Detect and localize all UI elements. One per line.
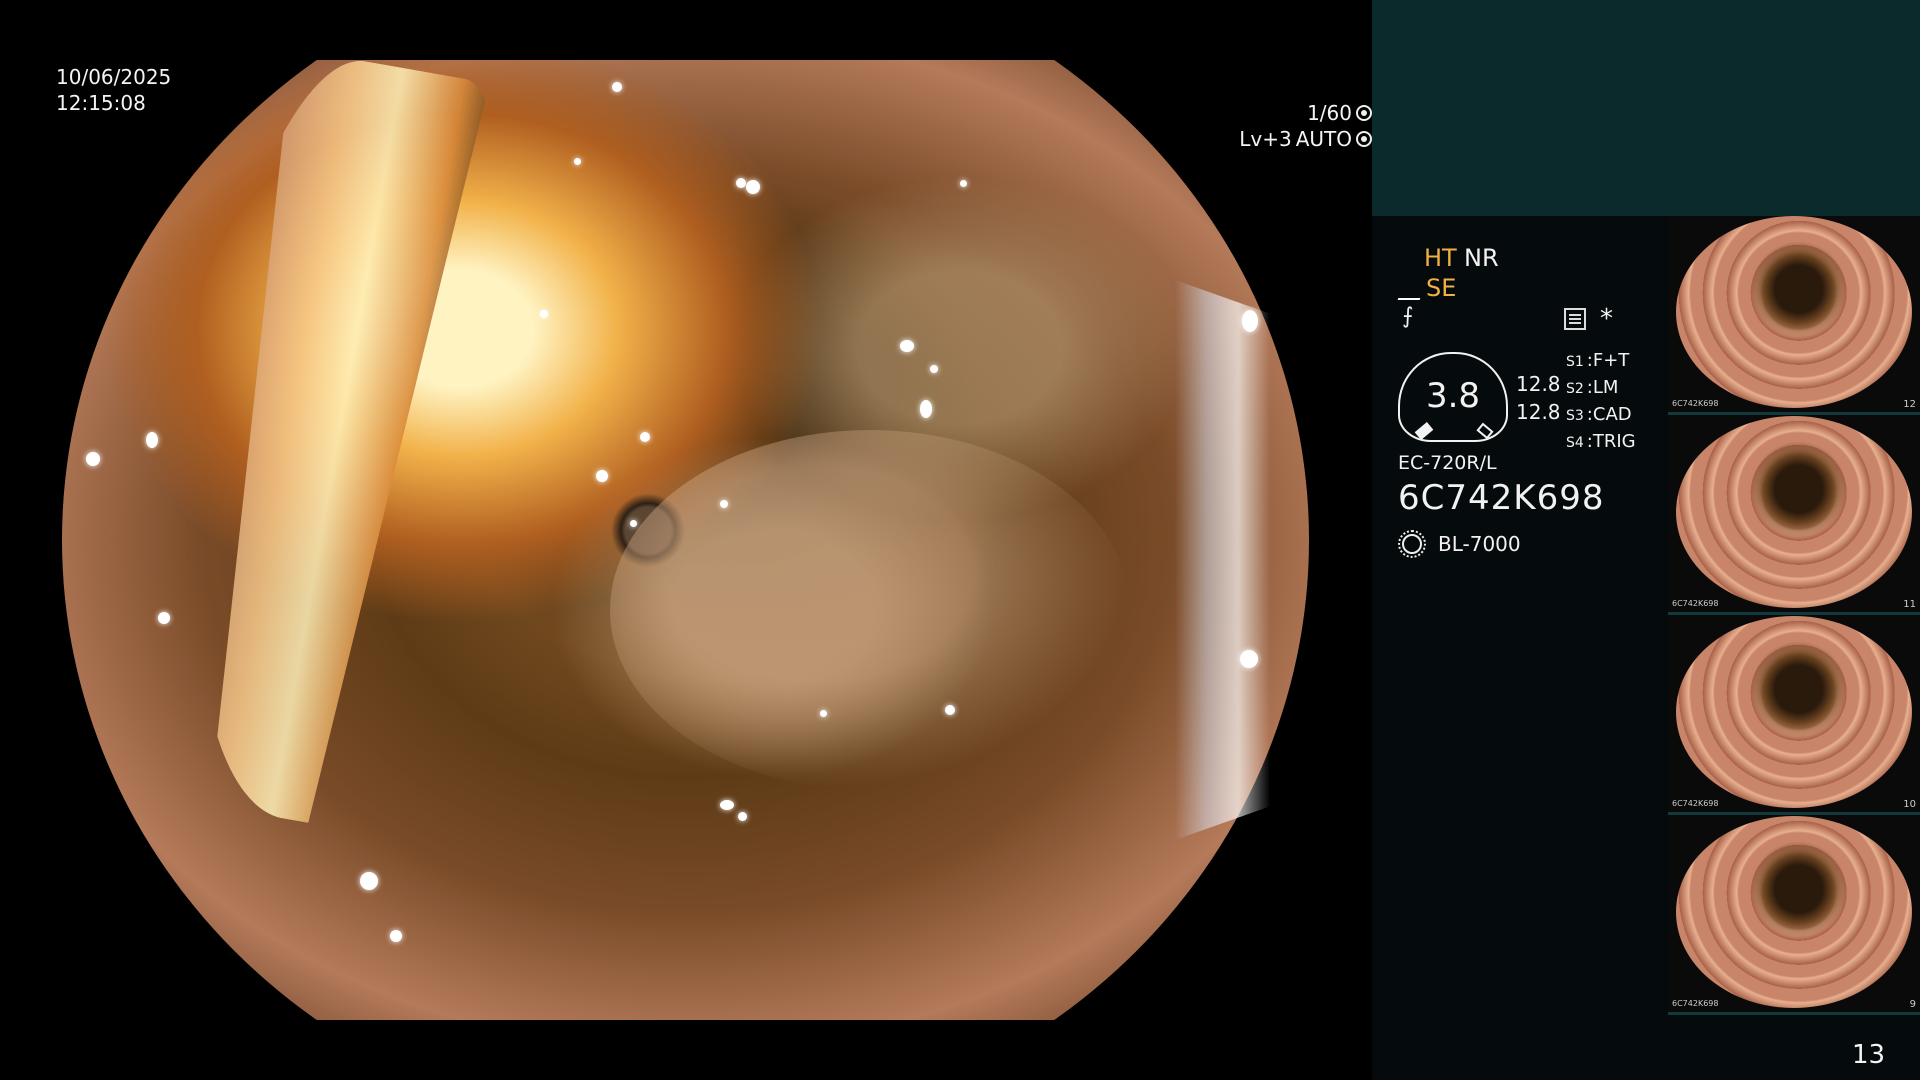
ht-indicator: HT bbox=[1424, 244, 1457, 272]
level-text: Lv+3 bbox=[1239, 127, 1292, 151]
reflection-dot bbox=[820, 710, 827, 717]
reflection-dot bbox=[630, 520, 637, 527]
reflection-dot bbox=[930, 365, 938, 373]
switch-key: S4 bbox=[1566, 435, 1584, 451]
thumbnail-image bbox=[1676, 416, 1912, 608]
reflection-dot bbox=[720, 800, 734, 810]
switch-key: S3 bbox=[1566, 408, 1584, 424]
switch-item: S3:CAD bbox=[1566, 404, 1632, 425]
reflection-dot bbox=[360, 872, 378, 890]
switch-value: CAD bbox=[1592, 404, 1632, 425]
reflection-dot bbox=[158, 612, 170, 624]
se-indicator: SE bbox=[1426, 274, 1457, 302]
function-icon: ⨍ bbox=[1402, 304, 1414, 329]
thumbnail-image bbox=[1676, 616, 1912, 808]
gauge-value: 3.8 bbox=[1425, 376, 1481, 416]
switch-value: LM bbox=[1592, 377, 1619, 398]
exposure-overlay: 1/60 Lv+3 AUTO bbox=[54, 100, 1372, 152]
reflection-dot bbox=[738, 812, 747, 821]
readout-lower: 12.8 bbox=[1516, 400, 1561, 424]
reflection-dot bbox=[920, 400, 932, 418]
gauge-marker-icon bbox=[1414, 422, 1434, 440]
thumbnail-image bbox=[1676, 816, 1912, 1008]
thumbnail-number: 12 bbox=[1903, 399, 1916, 410]
reflection-dot bbox=[574, 158, 581, 165]
thumbnail-serial: 6C742K698 bbox=[1672, 599, 1719, 608]
thumbnail-serial: 6C742K698 bbox=[1672, 399, 1719, 408]
light-source-model: BL-7000 bbox=[1438, 532, 1521, 556]
switch-item: S2:LM bbox=[1566, 377, 1619, 398]
scope-model: EC-720R/L bbox=[1398, 452, 1497, 474]
endoscope-live-view: 10/06/2025 12:15:08 1/60 Lv+3 AUTO bbox=[0, 0, 1372, 1080]
iris-row: Lv+3 AUTO bbox=[54, 126, 1372, 152]
reflection-dot bbox=[612, 82, 622, 92]
reflection-dot bbox=[746, 180, 760, 194]
scope-serial-number: 6C742K698 bbox=[1398, 478, 1605, 518]
scope-switch-list: S1:F+T S2:LM S3:CAD S4:TRIG bbox=[1566, 348, 1636, 456]
switch-key: S2 bbox=[1566, 381, 1584, 397]
nr-indicator: NR bbox=[1464, 244, 1499, 272]
image-count: 13 bbox=[1852, 1040, 1886, 1070]
switch-value: TRIG bbox=[1592, 431, 1636, 452]
reflection-dot bbox=[1240, 650, 1258, 668]
reflection-dot bbox=[736, 178, 746, 188]
iris-icon bbox=[1356, 131, 1372, 147]
thumbnail-serial: 6C742K698 bbox=[1672, 799, 1719, 808]
thumbnail-number: 11 bbox=[1903, 599, 1916, 610]
reflection-dot bbox=[146, 432, 158, 448]
reflection-dot bbox=[540, 310, 548, 318]
switch-value: F+T bbox=[1592, 350, 1630, 371]
side-info-panel: HT NR SE ⨍ * 3.8 12.8 12.8 S1:F+T S2:LM … bbox=[1372, 0, 1920, 1080]
reflection-dot bbox=[390, 930, 402, 942]
thumbnail-number: 9 bbox=[1909, 999, 1916, 1010]
shutter-speed-text: 1/60 bbox=[1307, 101, 1352, 125]
menu-icon bbox=[1564, 308, 1586, 330]
reflection-dot bbox=[960, 180, 967, 187]
shutter-icon bbox=[1356, 105, 1372, 121]
date-text: 10/06/2025 bbox=[56, 65, 172, 89]
switch-key: S1 bbox=[1566, 354, 1584, 370]
captured-thumbnail[interactable]: 6C742K698 12 bbox=[1668, 216, 1920, 415]
endoscopy-screen: 10/06/2025 12:15:08 1/60 Lv+3 AUTO HT NR… bbox=[0, 0, 1920, 1080]
magnification-gauge: 3.8 bbox=[1398, 352, 1508, 442]
switch-item: S4:TRIG bbox=[1566, 431, 1636, 452]
reflection-dot bbox=[1242, 310, 1258, 332]
structure-enhance-icon bbox=[1397, 276, 1429, 300]
reflection-dot bbox=[945, 705, 955, 715]
captured-thumbnail[interactable]: 6C742K698 11 bbox=[1668, 416, 1920, 615]
iris-mode-text: AUTO bbox=[1295, 127, 1352, 151]
captured-thumbnail[interactable]: 6C742K698 9 bbox=[1668, 816, 1920, 1015]
shutter-row: 1/60 bbox=[54, 100, 1372, 126]
reflection-dot bbox=[86, 452, 100, 466]
specular-reflections bbox=[0, 0, 1372, 1080]
captured-thumbnail[interactable]: 6C742K698 10 bbox=[1668, 616, 1920, 815]
reflection-dot bbox=[640, 432, 650, 442]
gauge-marker-icon bbox=[1476, 422, 1494, 440]
thumbnail-image bbox=[1676, 216, 1912, 408]
switch-item: S1:F+T bbox=[1566, 350, 1630, 371]
reflection-dot bbox=[900, 340, 914, 352]
asterisk-indicator: * bbox=[1600, 304, 1613, 334]
readout-upper: 12.8 bbox=[1516, 372, 1561, 396]
reflection-dot bbox=[720, 500, 728, 508]
settings-info: HT NR SE ⨍ * 3.8 12.8 12.8 S1:F+T S2:LM … bbox=[1372, 0, 1668, 1080]
reflection-dot bbox=[596, 470, 608, 482]
light-source-icon bbox=[1398, 530, 1426, 558]
thumbnail-serial: 6C742K698 bbox=[1672, 999, 1719, 1008]
thumbnail-number: 10 bbox=[1903, 799, 1916, 810]
